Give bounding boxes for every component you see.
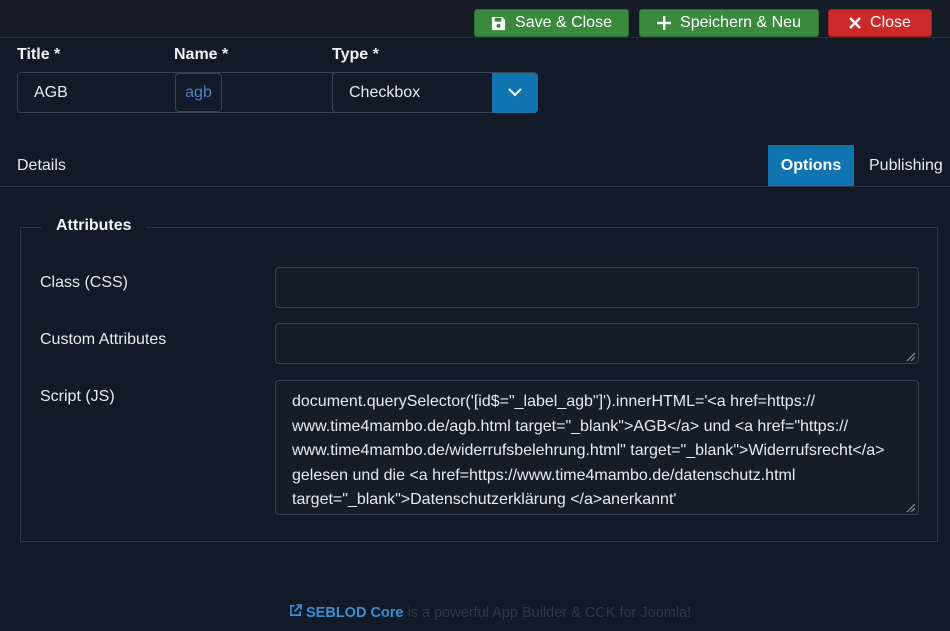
external-link-icon: [289, 604, 302, 621]
seblod-core-link[interactable]: SEBLOD Core: [289, 604, 404, 621]
tab-details-label: Details: [17, 156, 66, 174]
script-js-value: document.querySelector('[id$="_label_agb…: [292, 393, 885, 508]
class-css-label: Class (CSS): [40, 274, 129, 291]
close-label: Close: [870, 14, 911, 31]
save-close-label: Save & Close: [515, 14, 612, 31]
close-icon: [849, 17, 861, 29]
footer: SEBLOD Core is a powerful App Builder & …: [289, 604, 691, 621]
tab-details[interactable]: Details: [17, 145, 66, 186]
title-value: AGB: [34, 83, 68, 101]
chevron-down-icon: [507, 84, 523, 102]
name-label: Name *: [174, 46, 229, 63]
custom-attributes-textarea[interactable]: [275, 323, 919, 364]
resize-handle-icon[interactable]: [904, 500, 916, 513]
save-close-button[interactable]: Save & Close: [474, 9, 629, 37]
seblod-core-label: SEBLOD Core: [306, 604, 404, 621]
title-input[interactable]: AGB: [17, 72, 177, 113]
save-new-label: Speichern & Neu: [680, 14, 801, 31]
type-value: Checkbox: [349, 83, 421, 101]
script-js-label: Script (JS): [40, 388, 115, 405]
attributes-legend: Attributes: [42, 217, 146, 235]
tab-publishing[interactable]: Publishing: [869, 145, 943, 186]
name-value: agb: [185, 83, 212, 101]
type-select-toggle[interactable]: [492, 73, 538, 113]
script-js-textarea[interactable]: document.querySelector('[id$="_label_agb…: [275, 380, 919, 515]
tabs-divider: [0, 186, 950, 187]
tab-publishing-label: Publishing: [869, 156, 943, 174]
custom-attributes-label: Custom Attributes: [40, 331, 167, 348]
close-button[interactable]: Close: [828, 9, 932, 37]
type-label: Type *: [332, 46, 379, 63]
resize-handle-icon[interactable]: [904, 349, 916, 362]
save-new-button[interactable]: Speichern & Neu: [639, 9, 819, 37]
title-label: Title *: [17, 46, 61, 63]
plus-icon: [657, 16, 672, 30]
toolbar: Save & Close Speichern & Neu Close: [0, 0, 950, 38]
floppy-disk-icon: [491, 16, 506, 31]
footer-text: is a powerful App Builder & CCK for Joom…: [407, 604, 692, 621]
tab-options[interactable]: Options: [768, 145, 854, 186]
tab-options-label: Options: [780, 156, 842, 174]
name-input[interactable]: agb: [175, 73, 222, 112]
class-css-input[interactable]: [275, 267, 919, 308]
